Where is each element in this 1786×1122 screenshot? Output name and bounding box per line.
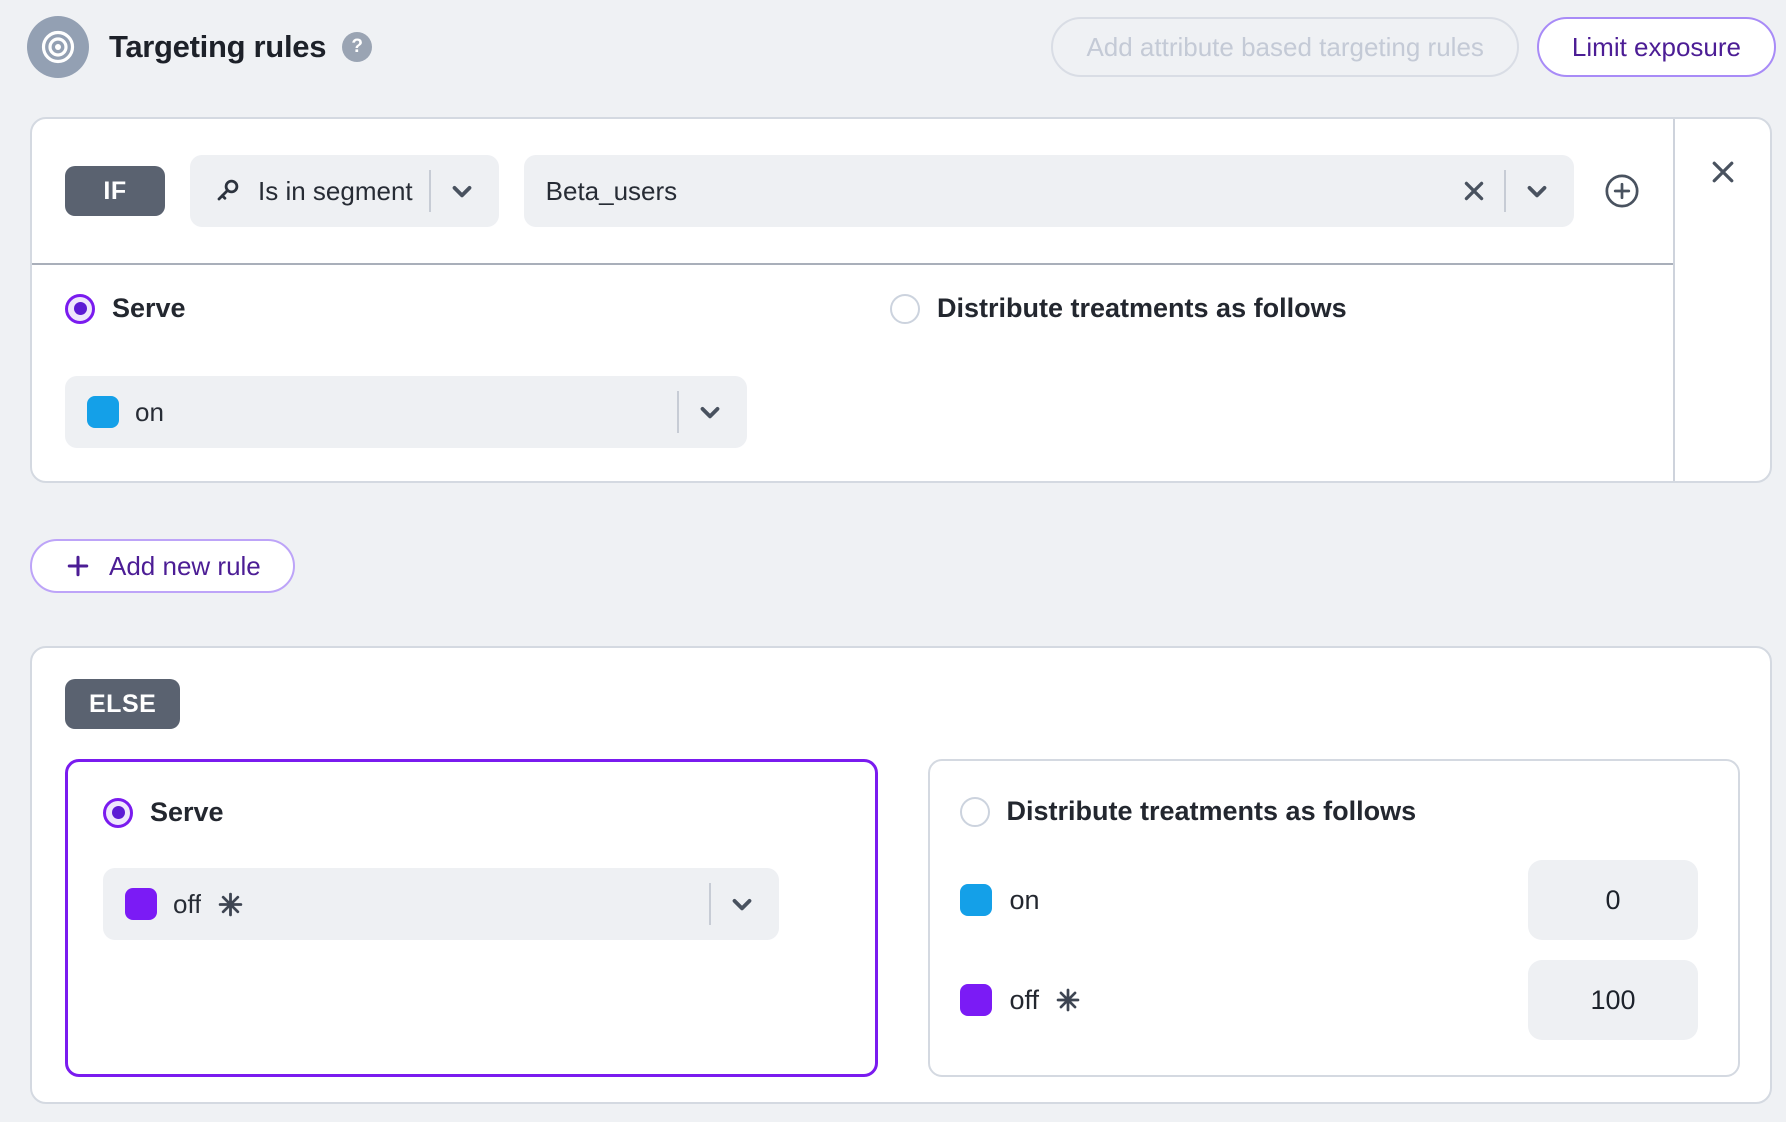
divider [429,170,431,212]
close-icon [1708,157,1738,187]
default-distribute-radio[interactable] [960,797,990,827]
header: Targeting rules ? Add attribute based ta… [27,16,1776,78]
default-treatment-select[interactable]: off [103,868,779,940]
default-serve-radio[interactable] [103,798,133,828]
default-serve-panel[interactable]: Serve off [65,759,878,1077]
condition-row: IF Is in segment Beta_users [32,119,1673,265]
help-glyph: ? [351,36,363,58]
serve-label: Serve [112,293,186,324]
treatment-percent-input[interactable]: 100 [1528,960,1698,1040]
chevron-down-icon [727,889,757,919]
if-rule-body: Serve Distribute treatments as follows o… [32,265,1673,481]
segment-value: Beta_users [546,176,678,207]
default-rule-card: ELSE Serve off [30,646,1772,1104]
plus-circle-icon [1599,168,1645,214]
if-rule-main: IF Is in segment Beta_users [32,119,1673,481]
default-treatment-icon [1055,987,1081,1013]
bullseye-icon [36,25,80,69]
treatment-swatch [960,884,992,916]
add-attribute-rules-button[interactable]: Add attribute based targeting rules [1051,17,1518,77]
key-icon [212,176,242,206]
plus-icon [64,552,92,580]
divider [709,883,711,925]
targeting-rules-icon [27,16,89,78]
add-condition-icon[interactable] [1599,168,1645,214]
if-badge: IF [65,166,165,216]
treatment-name: on [135,397,164,428]
distribute-label: Distribute treatments as follows [937,293,1347,324]
default-distribute-option: Distribute treatments as follows [960,796,1699,827]
clear-icon[interactable] [1460,177,1488,205]
help-icon[interactable]: ? [342,32,372,62]
segment-value-field[interactable]: Beta_users [524,155,1574,227]
default-treatment-icon [217,891,244,918]
rule-aside [1673,119,1770,481]
add-new-rule-button[interactable]: Add new rule [30,539,295,593]
treatment-select-controls [677,391,725,433]
add-new-rule-label: Add new rule [109,551,261,582]
treatment-select[interactable]: on [65,376,747,448]
matcher-select[interactable]: Is in segment [190,155,499,227]
default-distribute-label: Distribute treatments as follows [1007,796,1417,827]
default-rule-panels: Serve off [65,759,1740,1077]
chevron-down-icon [695,397,725,427]
divider [1504,170,1506,212]
serve-option: Serve [65,293,890,324]
remove-rule-icon[interactable] [1708,157,1738,187]
default-serve-label: Serve [150,797,224,828]
chevron-down-icon [1522,176,1552,206]
treatment-swatch [87,396,119,428]
treatment-name: off [173,889,201,920]
treatment-name: on [1010,885,1040,916]
treatment-percent-input[interactable]: 0 [1528,860,1698,940]
targeting-rules-panel: Targeting rules ? Add attribute based ta… [0,0,1786,1122]
limit-exposure-button[interactable]: Limit exposure [1537,17,1776,77]
treatment-select-controls [709,883,757,925]
page-title: Targeting rules [109,29,326,65]
matcher-label: Is in segment [258,176,413,207]
serve-options-row: Serve Distribute treatments as follows [65,293,1643,324]
distribute-option: Distribute treatments as follows [890,293,1347,324]
chevron-down-icon [447,176,477,206]
serve-radio[interactable] [65,294,95,324]
default-serve-option: Serve [103,797,840,828]
distribution-row: on 0 [960,860,1699,940]
distribute-radio[interactable] [890,294,920,324]
default-distribute-panel: Distribute treatments as follows on 0 of… [928,759,1741,1077]
treatment-swatch [960,984,992,1016]
divider [677,391,679,433]
treatment-name: off [1010,985,1040,1016]
segment-field-controls [1460,170,1552,212]
treatment-swatch [125,888,157,920]
else-badge: ELSE [65,679,180,729]
if-rule-card: IF Is in segment Beta_users [30,117,1772,483]
distribution-row: off 100 [960,960,1699,1040]
